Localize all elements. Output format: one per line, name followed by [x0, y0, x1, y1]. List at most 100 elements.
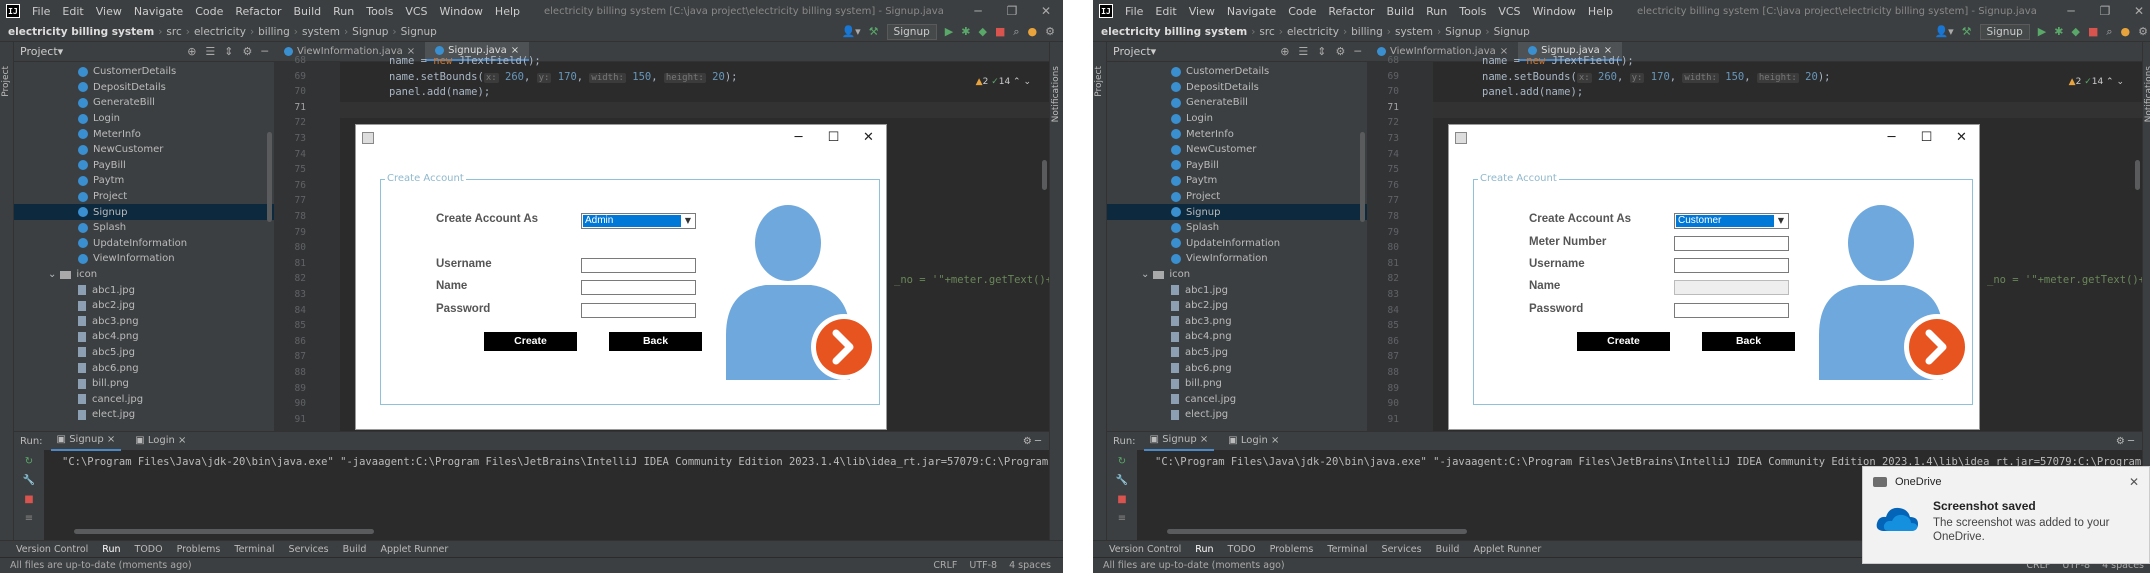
create-button[interactable]: Create — [1577, 332, 1670, 351]
run-panel-settings-icon[interactable]: ⚙ ─ — [1023, 436, 1049, 447]
breadcrumb-electricity[interactable]: electricity — [190, 26, 250, 38]
tree-item[interactable]: cancel.jpg — [14, 391, 274, 407]
gear-icon[interactable]: ⚙ — [1336, 45, 1346, 58]
tree-item[interactable]: NewCustomer — [14, 142, 274, 158]
tree-item[interactable]: abc3.png — [1107, 314, 1367, 330]
tree-scrollbar[interactable] — [267, 132, 272, 222]
tree-item[interactable]: DepositDetails — [14, 80, 274, 96]
menu-file[interactable]: File — [26, 5, 56, 18]
editor-scrollbar[interactable] — [2135, 160, 2140, 190]
soft-wrap-icon[interactable]: ≡ — [1118, 513, 1126, 524]
tool-version-control[interactable]: Version Control — [1109, 544, 1181, 555]
breadcrumb-class[interactable]: Signup — [1441, 26, 1485, 38]
minimize-icon[interactable]: ─ — [961, 0, 995, 22]
tool-services[interactable]: Services — [289, 544, 329, 555]
tree-item[interactable]: abc5.jpg — [1107, 345, 1367, 361]
menu-window[interactable]: Window — [1527, 5, 1582, 18]
stop-icon[interactable]: ■ — [2088, 25, 2098, 38]
menu-view[interactable]: View — [90, 5, 128, 18]
menu-view[interactable]: View — [1183, 5, 1221, 18]
tree-item[interactable]: UpdateInformation — [14, 236, 274, 252]
password-field[interactable] — [581, 303, 696, 318]
menu-help[interactable]: Help — [489, 5, 526, 18]
stop-icon[interactable]: ■ — [24, 494, 33, 505]
create-button[interactable]: Create — [484, 332, 577, 351]
menu-refactor[interactable]: Refactor — [1322, 5, 1380, 18]
run-tab-signup[interactable]: ▣ Signup × — [1143, 431, 1215, 451]
run-tab-login[interactable]: ▣ Login × — [1222, 432, 1285, 450]
updates-icon[interactable]: ● — [1028, 25, 1038, 38]
search-icon[interactable]: ⌕ — [1013, 25, 1019, 39]
tree-item[interactable]: PayBill — [14, 158, 274, 174]
menu-tools[interactable]: Tools — [1453, 5, 1492, 18]
tree-item[interactable]: Splash — [1107, 220, 1367, 236]
name-field[interactable] — [581, 280, 696, 295]
user-icon[interactable]: 👤▾ — [841, 25, 860, 38]
tree-item[interactable]: cancel.jpg — [1107, 391, 1367, 407]
hammer-icon[interactable]: ⚒ — [869, 25, 879, 38]
menu-build[interactable]: Build — [288, 5, 328, 18]
maximize-icon[interactable]: ☐ — [1909, 125, 1944, 151]
menu-file[interactable]: File — [1119, 5, 1149, 18]
tree-item[interactable]: abc2.jpg — [14, 298, 274, 314]
tree-scrollbar[interactable] — [1360, 132, 1365, 222]
account-type-select[interactable]: Customer ▼ — [1674, 213, 1789, 229]
tree-item[interactable]: elect.jpg — [1107, 407, 1367, 423]
breadcrumb-project[interactable]: electricity billing system — [0, 26, 158, 38]
inspection-widget[interactable]: ▲2 ✓14 ⌃ ⌄ — [2069, 77, 2124, 87]
menu-refactor[interactable]: Refactor — [229, 5, 287, 18]
tree-item[interactable]: ViewInformation — [14, 251, 274, 267]
breadcrumb-electricity[interactable]: electricity — [1283, 26, 1343, 38]
expand-icon[interactable]: ⇕ — [224, 45, 233, 58]
tool-terminal[interactable]: Terminal — [234, 544, 274, 555]
tool-applet-runner[interactable]: Applet Runner — [1473, 544, 1541, 555]
tree-item[interactable]: abc5.jpg — [14, 345, 274, 361]
tree-folder[interactable]: ⌄ icon — [14, 267, 274, 283]
name-field[interactable] — [1674, 280, 1789, 295]
tree-item[interactable]: abc6.png — [14, 360, 274, 376]
username-field[interactable] — [581, 258, 696, 273]
tree-item[interactable]: abc3.png — [14, 314, 274, 330]
menu-code[interactable]: Code — [189, 5, 229, 18]
project-panel-title[interactable]: Project — [20, 45, 58, 58]
tree-item[interactable]: bill.png — [1107, 376, 1367, 392]
project-panel-title[interactable]: Project — [1113, 45, 1151, 58]
username-field[interactable] — [1674, 258, 1789, 273]
menu-tools[interactable]: Tools — [360, 5, 399, 18]
tree-item-selected[interactable]: Signup — [14, 204, 274, 220]
updates-icon[interactable]: ● — [2121, 25, 2131, 38]
hide-icon[interactable]: ─ — [261, 45, 268, 58]
run-icon[interactable]: ▶ — [2038, 25, 2046, 38]
tool-todo[interactable]: TODO — [1228, 544, 1256, 555]
tree-item[interactable]: elect.jpg — [14, 407, 274, 423]
menu-build[interactable]: Build — [1381, 5, 1421, 18]
coverage-icon[interactable]: ◆ — [2071, 25, 2079, 38]
close-icon[interactable]: ✕ — [1944, 125, 1979, 151]
run-tab-login[interactable]: ▣ Login × — [129, 432, 192, 450]
project-strip-label[interactable]: Project — [1094, 66, 1104, 97]
breadcrumb-member[interactable]: Signup — [397, 26, 441, 38]
tree-item[interactable]: CustomerDetails — [14, 64, 274, 80]
locate-icon[interactable]: ⊕ — [187, 45, 196, 58]
tool-services[interactable]: Services — [1382, 544, 1422, 555]
tree-item[interactable]: abc1.jpg — [1107, 282, 1367, 298]
expand-icon[interactable]: ⇕ — [1317, 45, 1326, 58]
maximize-icon[interactable]: ☐ — [816, 125, 851, 151]
close-icon[interactable]: ✕ — [2122, 0, 2150, 22]
notifications-strip-label[interactable]: Notifications — [2144, 66, 2150, 122]
breadcrumb-system[interactable]: system — [298, 26, 344, 38]
tree-item[interactable]: Paytm — [1107, 173, 1367, 189]
breadcrumb-class[interactable]: Signup — [348, 26, 392, 38]
tree-item[interactable]: NewCustomer — [1107, 142, 1367, 158]
hammer-icon[interactable]: ⚒ — [1962, 25, 1972, 38]
tree-item[interactable]: PayBill — [1107, 158, 1367, 174]
wrench-icon[interactable]: 🔧 — [23, 475, 35, 486]
collapse-icon[interactable]: ☰ — [1298, 45, 1308, 58]
tool-applet-runner[interactable]: Applet Runner — [380, 544, 448, 555]
close-icon[interactable]: ✕ — [1029, 0, 1063, 22]
tree-item[interactable]: abc6.png — [1107, 360, 1367, 376]
password-field[interactable] — [1674, 303, 1789, 318]
tool-version-control[interactable]: Version Control — [16, 544, 88, 555]
tree-item[interactable]: Project — [1107, 189, 1367, 205]
breadcrumb-billing[interactable]: billing — [1347, 26, 1387, 38]
